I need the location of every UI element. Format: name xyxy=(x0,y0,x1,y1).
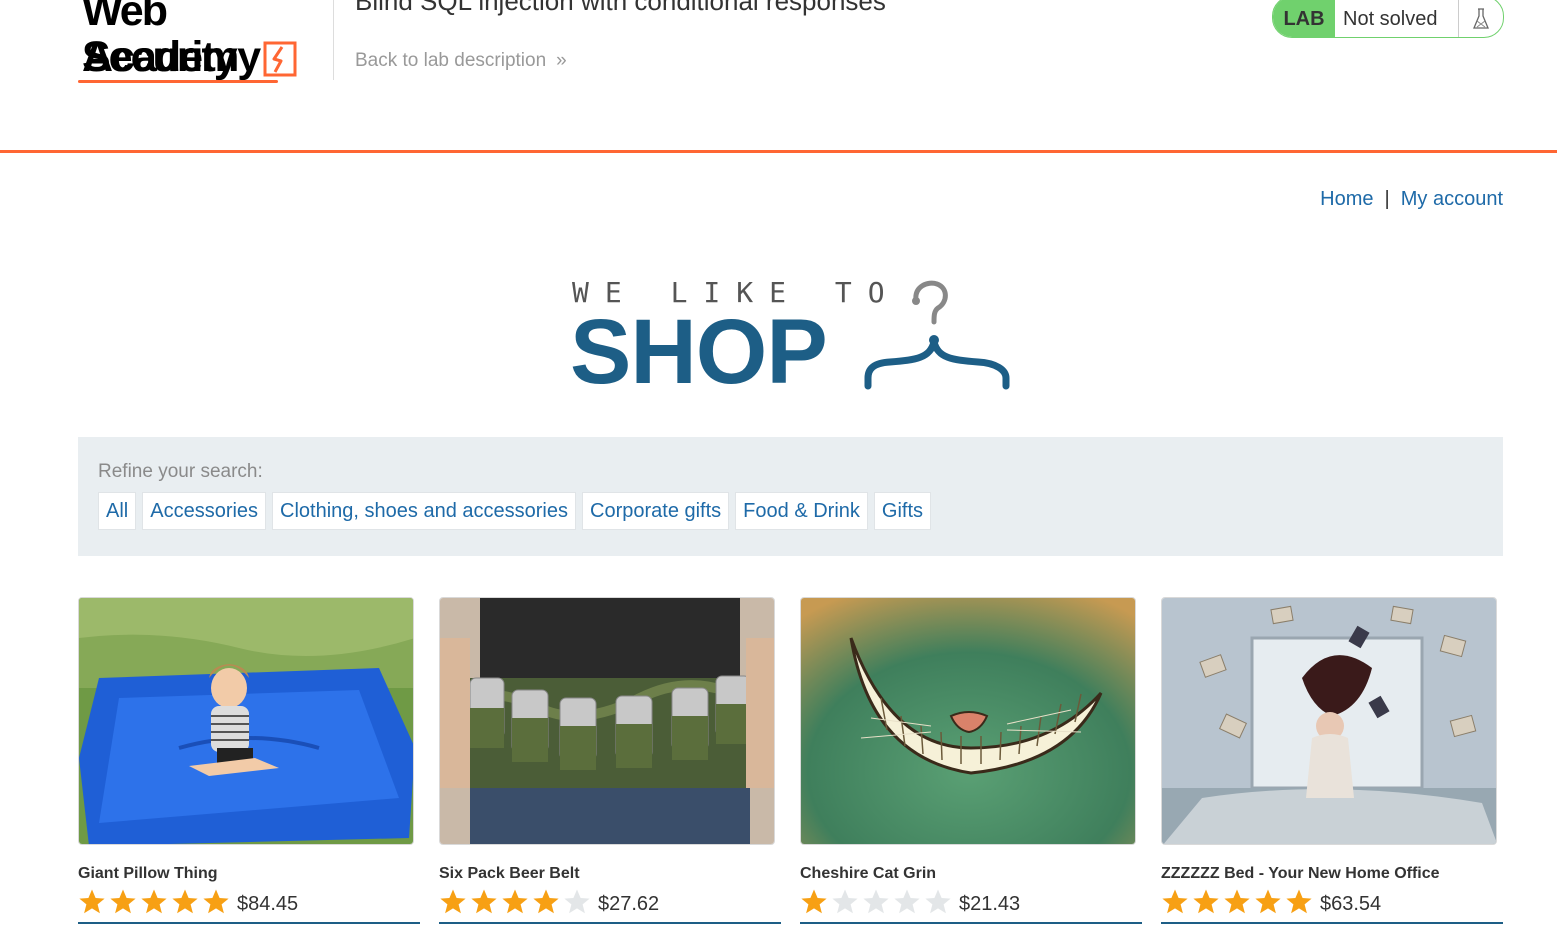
product-card[interactable]: Six Pack Beer Belt $27.62 xyxy=(439,597,781,924)
category-clothing[interactable]: Clothing, shoes and accessories xyxy=(272,492,576,530)
lab-tag: LAB xyxy=(1273,0,1335,37)
product-image[interactable] xyxy=(78,597,414,845)
product-price: $27.62 xyxy=(598,893,660,915)
star-filled-icon xyxy=(172,889,198,913)
logo-line-2: Academy xyxy=(82,33,261,81)
star-filled-icon xyxy=(1193,889,1219,913)
star-empty-icon xyxy=(925,889,951,913)
lab-status-badge: LAB Not solved xyxy=(1272,0,1504,38)
star-filled-icon xyxy=(141,889,167,913)
star-filled-icon xyxy=(203,889,229,913)
card-divider xyxy=(1161,922,1503,924)
chevron-right-icon: » xyxy=(556,50,566,71)
category-gifts[interactable]: Gifts xyxy=(873,492,932,530)
rating-stars xyxy=(800,888,952,916)
star-filled-icon xyxy=(1255,889,1281,913)
star-filled-icon xyxy=(1286,889,1312,913)
product-price: $63.54 xyxy=(1320,893,1382,915)
product-card[interactable]: Giant Pillow Thing $84.45 xyxy=(78,597,420,924)
logo-bolt-icon xyxy=(263,41,297,77)
product-card[interactable]: Cheshire Cat Grin $21.43 xyxy=(800,597,1142,924)
card-divider xyxy=(439,922,781,924)
product-name[interactable]: Cheshire Cat Grin xyxy=(800,865,1142,883)
web-security-academy-logo[interactable]: Web Security Academy xyxy=(78,0,328,88)
star-empty-icon xyxy=(863,889,889,913)
lab-header: Web Security Academy Blind SQL injection… xyxy=(0,0,1557,153)
card-divider xyxy=(78,922,420,924)
category-all[interactable]: All xyxy=(98,492,137,530)
product-price: $84.45 xyxy=(237,893,299,915)
product-image[interactable] xyxy=(439,597,775,845)
hanger-icon xyxy=(864,280,1010,390)
category-food-drink[interactable]: Food & Drink xyxy=(735,492,868,530)
banner-headline: SHOP xyxy=(570,301,828,403)
product-card[interactable]: ZZZZZZ Bed - Your New Home Office $63.54 xyxy=(1161,597,1503,924)
product-name[interactable]: ZZZZZZ Bed - Your New Home Office xyxy=(1161,865,1503,883)
category-filter: Refine your search: All Accessories Clot… xyxy=(78,437,1503,556)
logo-underline xyxy=(78,80,278,83)
category-list: All Accessories Clothing, shoes and acce… xyxy=(98,492,932,530)
header-divider xyxy=(333,0,334,80)
star-filled-icon xyxy=(440,889,466,913)
product-name[interactable]: Giant Pillow Thing xyxy=(78,865,420,883)
shop-banner: WE LIKE TO SHOP xyxy=(570,276,1020,403)
home-link[interactable]: Home xyxy=(1320,188,1373,210)
star-filled-icon xyxy=(533,889,559,913)
star-filled-icon xyxy=(502,889,528,913)
lab-status-text: Not solved xyxy=(1343,7,1438,30)
star-empty-icon xyxy=(894,889,920,913)
product-price: $21.43 xyxy=(959,893,1021,915)
nav-separator: | xyxy=(1384,188,1390,210)
star-filled-icon xyxy=(1224,889,1250,913)
account-navigation: Home | My account xyxy=(1320,188,1503,211)
category-corporate-gifts[interactable]: Corporate gifts xyxy=(582,492,730,530)
star-empty-icon xyxy=(832,889,858,913)
star-empty-icon xyxy=(564,889,590,913)
product-name[interactable]: Six Pack Beer Belt xyxy=(439,865,781,883)
rating-stars xyxy=(439,888,591,916)
rating-stars xyxy=(1161,888,1313,916)
product-image[interactable] xyxy=(1161,597,1497,845)
rating-stars xyxy=(78,888,230,916)
back-to-lab-description-link[interactable]: Back to lab description » xyxy=(355,50,566,72)
product-grid: Giant Pillow Thing $84.45 Six Pack Beer … xyxy=(78,597,1503,938)
star-filled-icon xyxy=(1162,889,1188,913)
star-filled-icon xyxy=(471,889,497,913)
refine-search-label: Refine your search: xyxy=(98,461,263,482)
category-accessories[interactable]: Accessories xyxy=(142,492,267,530)
product-image[interactable] xyxy=(800,597,1136,845)
star-filled-icon xyxy=(110,889,136,913)
lab-title: Blind SQL injection with conditional res… xyxy=(355,0,886,16)
card-divider xyxy=(800,922,1142,924)
star-filled-icon xyxy=(801,889,827,913)
back-link-label: Back to lab description xyxy=(355,50,547,71)
flask-icon xyxy=(1458,0,1503,37)
my-account-link[interactable]: My account xyxy=(1401,188,1503,210)
star-filled-icon xyxy=(79,889,105,913)
